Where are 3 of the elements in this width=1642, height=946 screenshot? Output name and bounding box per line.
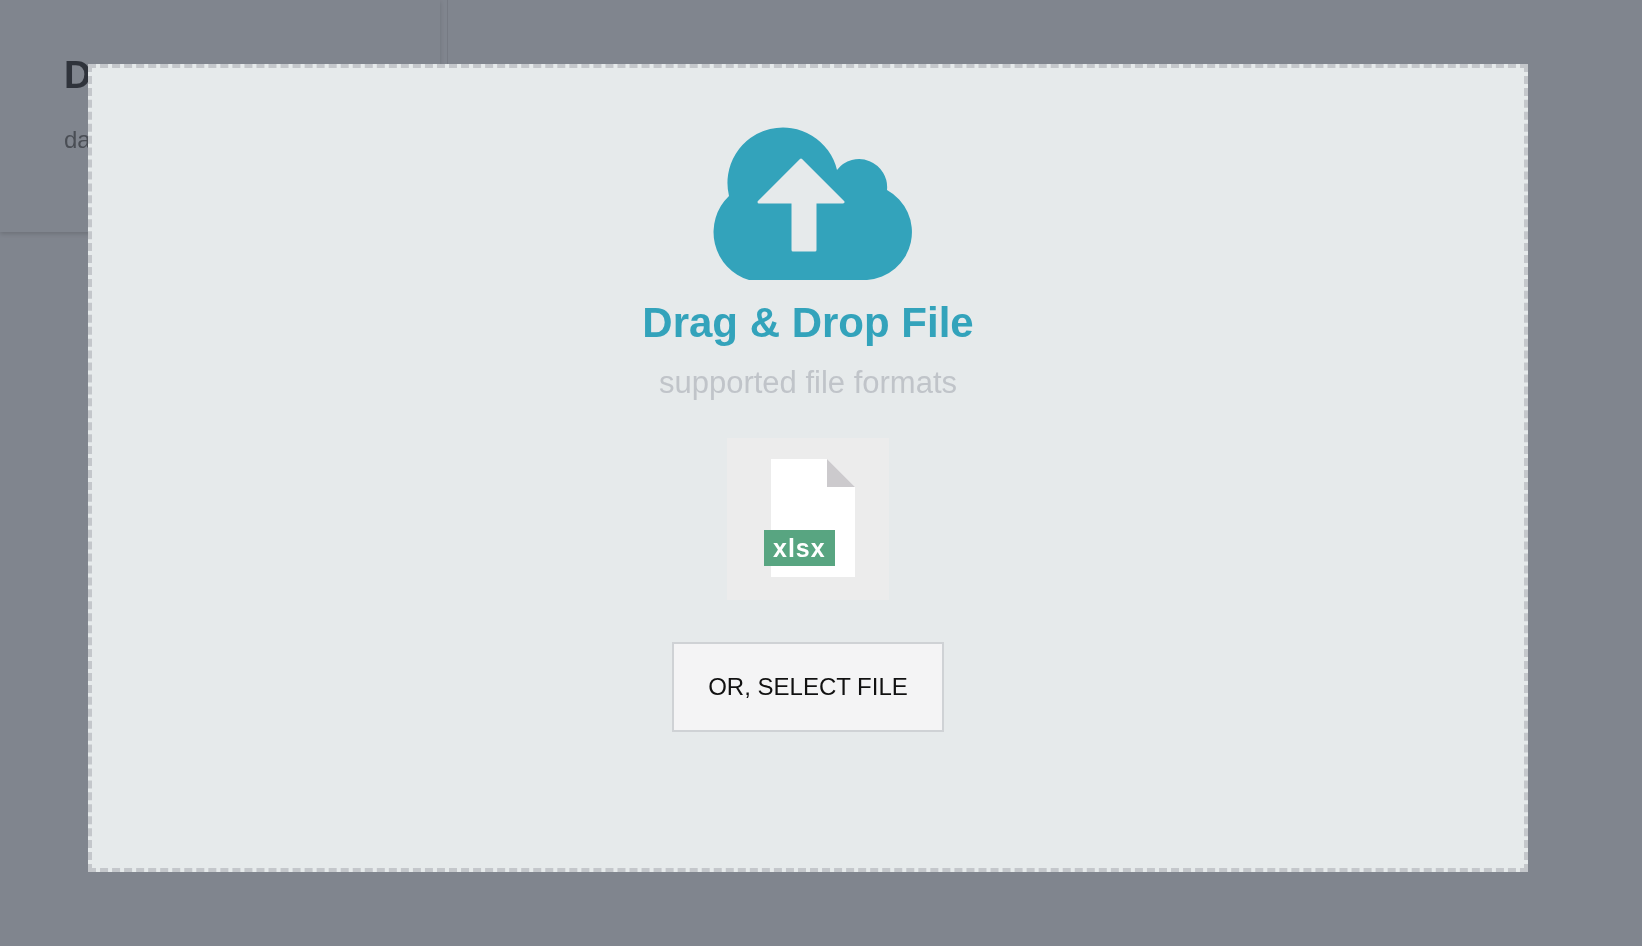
select-file-button[interactable]: OR, SELECT FILE xyxy=(672,642,944,732)
format-label: xlsx xyxy=(764,530,835,566)
dropzone-title: Drag & Drop File xyxy=(642,298,974,348)
